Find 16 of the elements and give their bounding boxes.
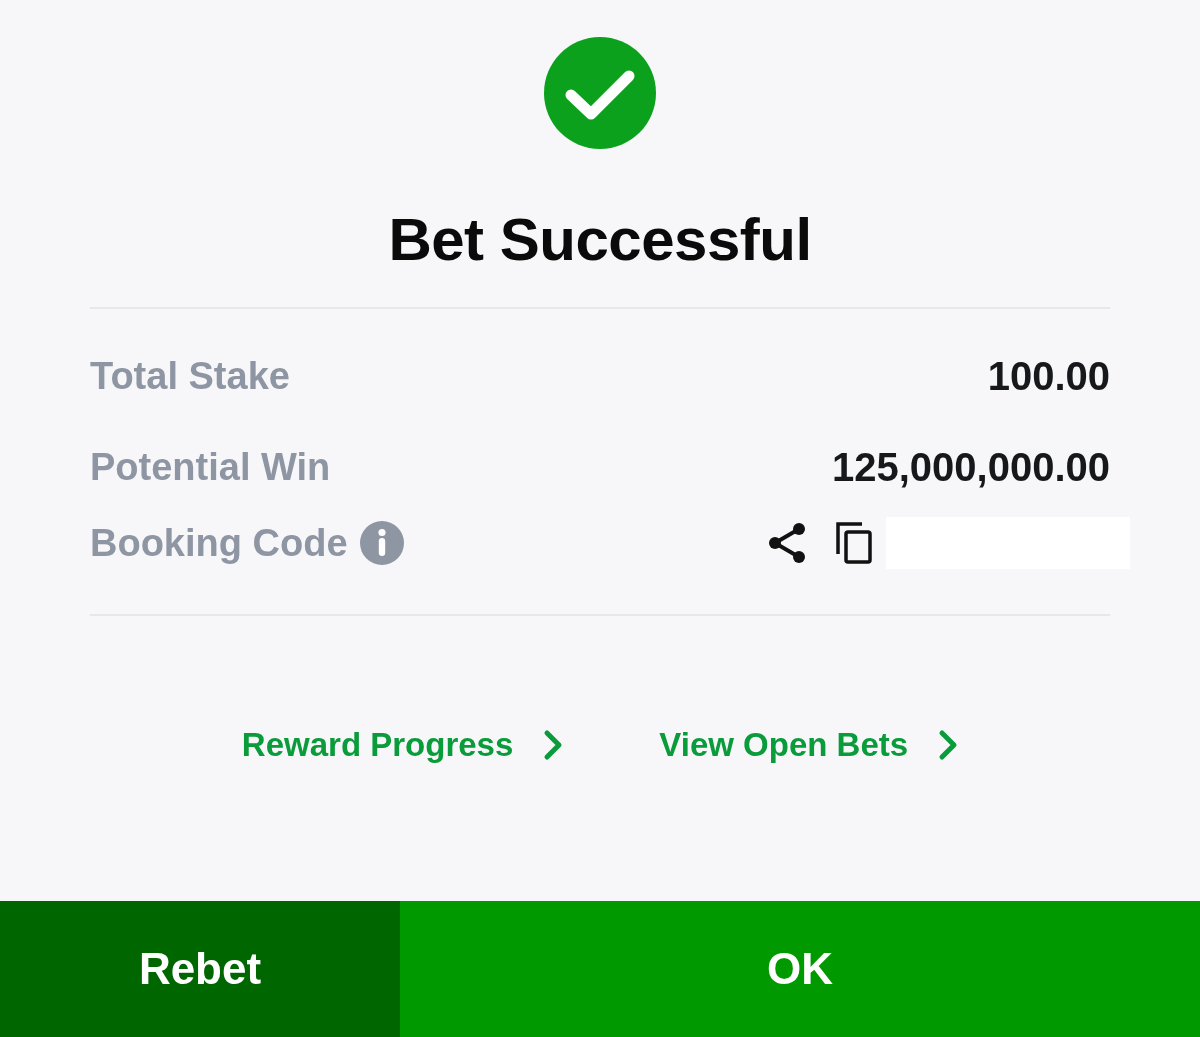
booking-code-label: Booking Code	[90, 521, 348, 565]
summary-value: 125,000,000.00	[831, 445, 1110, 490]
bet-successful-title: Bet Successful	[388, 205, 812, 275]
summary-label: Potential Win	[90, 446, 331, 489]
ok-button[interactable]: OK	[400, 901, 1200, 1037]
chevron-right-icon	[543, 729, 564, 761]
copy-icon[interactable]	[836, 522, 872, 564]
nav-link[interactable]: View Open Bets	[659, 726, 959, 764]
nav-link[interactable]: Reward Progress	[241, 726, 564, 764]
info-icon[interactable]	[359, 521, 404, 565]
rebet-button[interactable]: Rebet	[0, 901, 400, 1037]
chevron-right-icon	[938, 729, 959, 761]
summary-label: Total Stake	[90, 355, 290, 398]
summary-value: 100.00	[987, 354, 1110, 399]
success-check-icon	[544, 37, 656, 149]
share-icon[interactable]	[768, 523, 806, 563]
